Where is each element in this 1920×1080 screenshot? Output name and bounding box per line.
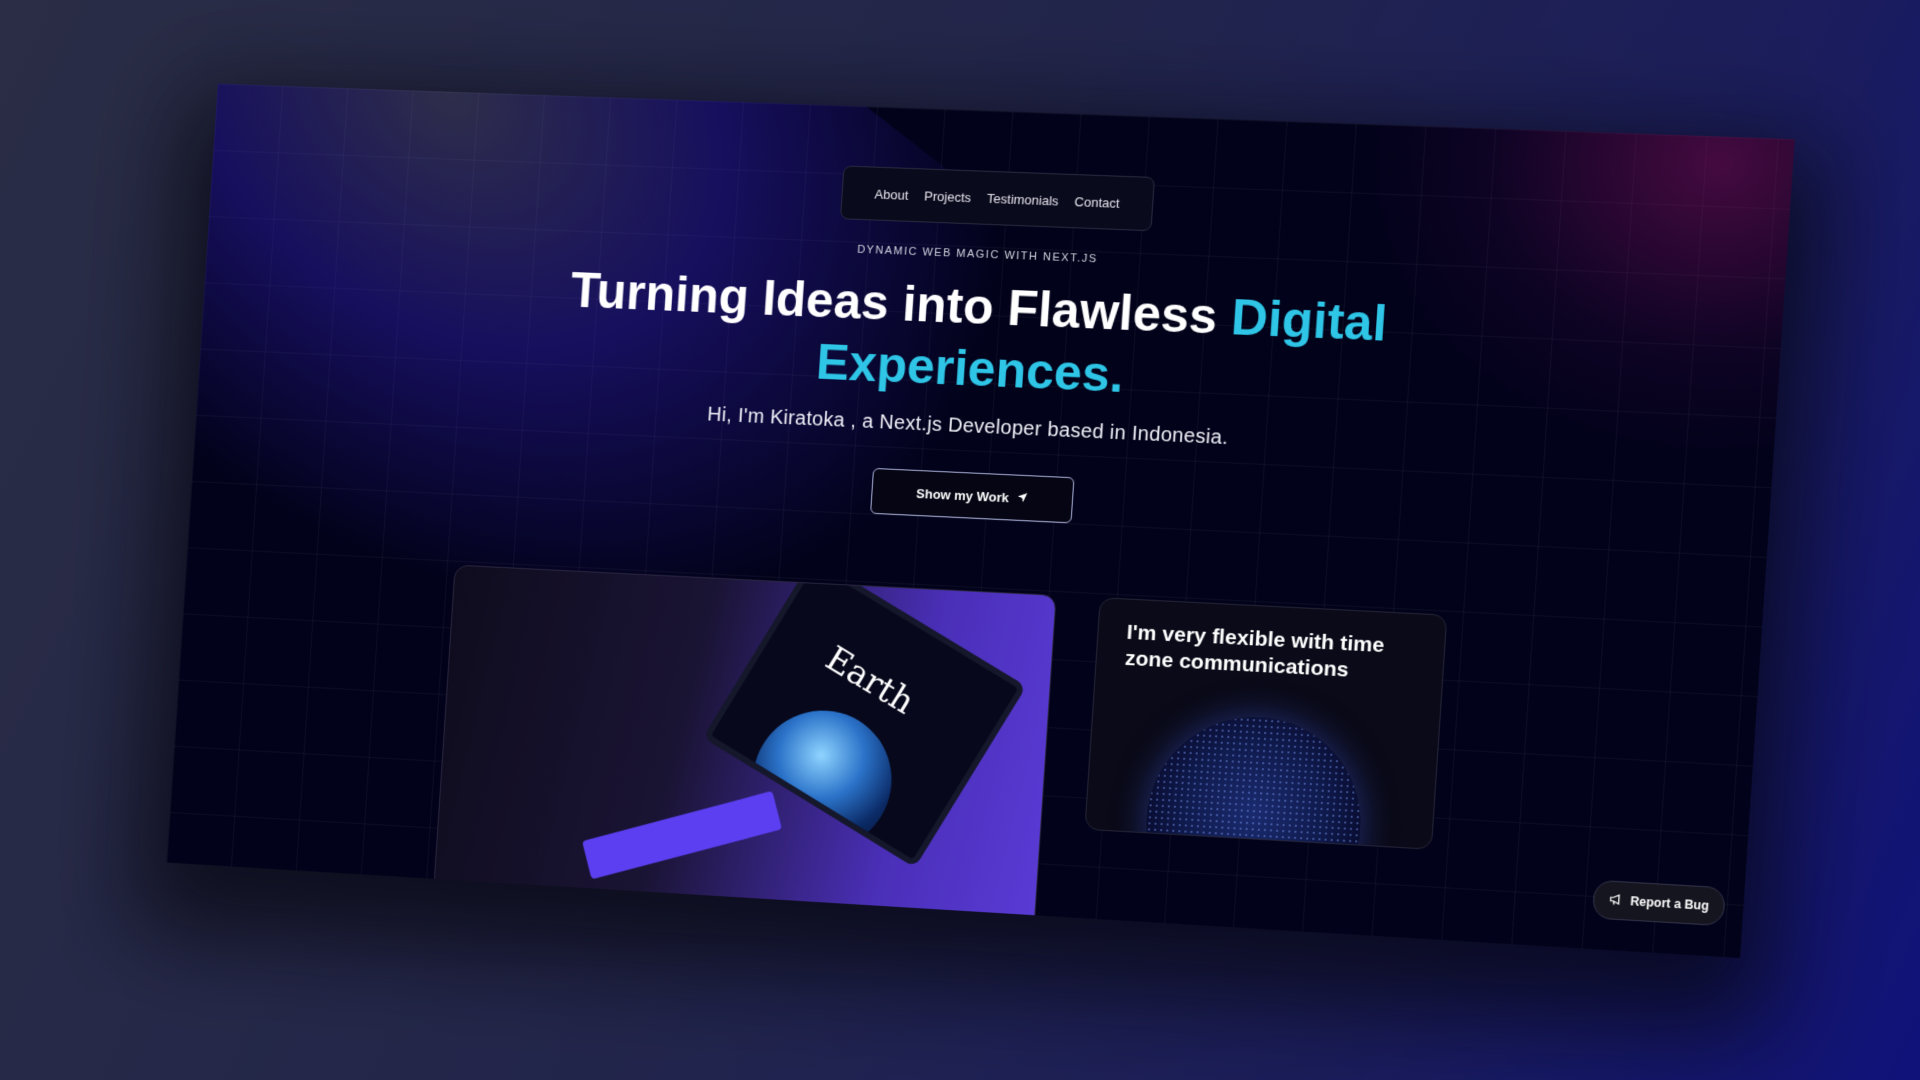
nav-link-testimonials[interactable]: Testimonials (987, 190, 1060, 208)
timezone-card: I'm very flexible with time zone communi… (1084, 597, 1447, 850)
nav-link-projects[interactable]: Projects (924, 188, 972, 205)
report-bug-label: Report a Bug (1630, 894, 1709, 913)
stage: About Projects Testimonials Contact Dyna… (0, 0, 1920, 1080)
laptop-screen-title: Earth (819, 639, 922, 723)
timezone-card-title: I'm very flexible with time zone communi… (1124, 620, 1422, 688)
location-arrow-icon (1016, 490, 1028, 506)
project-preview-card[interactable]: ••• Earth (431, 565, 1056, 958)
show-my-work-button[interactable]: Show my Work (870, 468, 1074, 523)
browser-viewport: About Projects Testimonials Contact Dyna… (166, 84, 1794, 958)
show-my-work-label: Show my Work (916, 485, 1010, 504)
megaphone-icon (1608, 891, 1624, 909)
globe-dots (1140, 712, 1367, 850)
nav-link-contact[interactable]: Contact (1074, 194, 1120, 211)
laptop-base (582, 791, 782, 880)
globe-graphic (1140, 712, 1367, 850)
nav-link-about[interactable]: About (874, 186, 909, 202)
report-bug-button[interactable]: Report a Bug (1592, 880, 1726, 927)
